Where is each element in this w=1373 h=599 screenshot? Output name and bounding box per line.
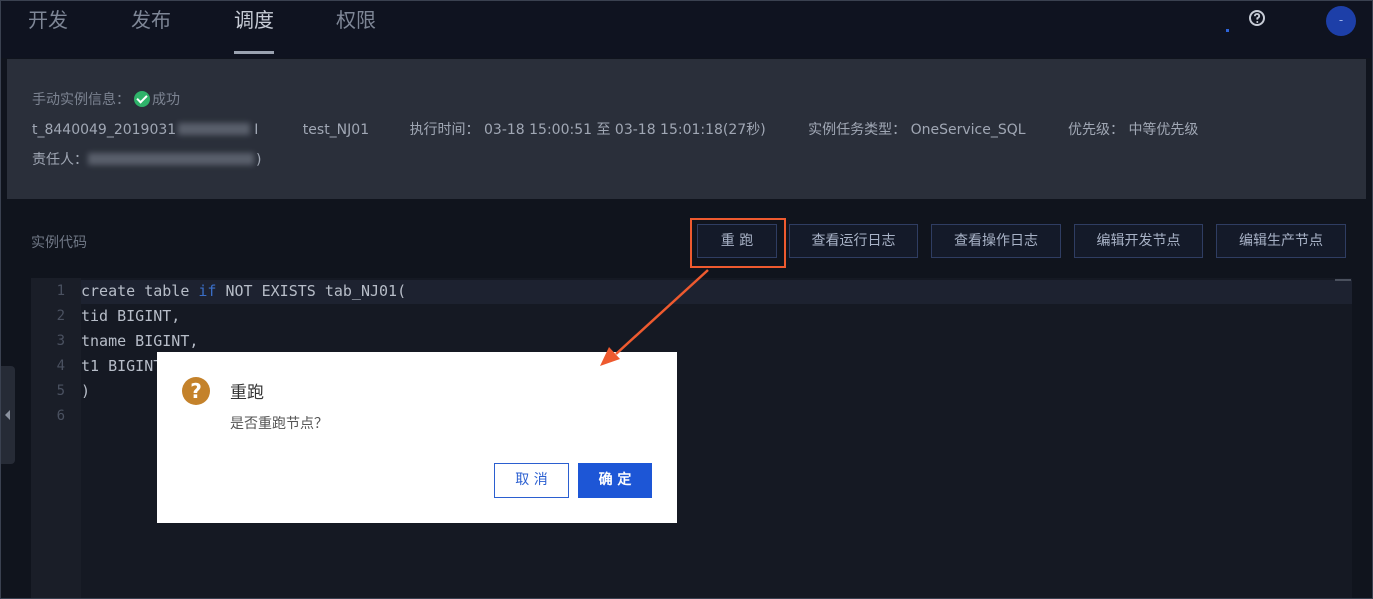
editor-scrollbar[interactable] (1335, 279, 1351, 281)
instance-name: test_NJ01 (302, 122, 370, 138)
code-line: tid BIGINT, (81, 307, 181, 325)
owner-label: 责任人： (32, 152, 88, 168)
tab-develop[interactable]: 开发 (28, 4, 68, 33)
tab-publish[interactable]: 发布 (131, 4, 171, 33)
exec-time: 03-18 15:00:51 至 03-18 15:01:18(27秒) (484, 122, 766, 138)
owner-row: 责任人：) (32, 149, 261, 169)
indicator-dot (1226, 29, 1229, 32)
edit-prod-node-button[interactable]: 编辑生产节点 (1216, 224, 1346, 258)
redacted-id-suffix (178, 123, 251, 135)
instance-detail-row: t_8440049_2019031 I test_NJ01 执行时间： 03-18… (32, 122, 1199, 138)
code-line: ) (81, 382, 91, 400)
exec-time-label: 执行时间： (409, 122, 480, 138)
top-nav: 开发 发布 调度 权限 - (0, 0, 1373, 58)
line-number: 1 (56, 283, 65, 299)
collapse-panel-handle[interactable] (0, 366, 15, 464)
priority-label: 优先级： (1067, 122, 1124, 138)
confirm-button[interactable]: 确 定 (578, 463, 652, 498)
active-tab-indicator (234, 51, 274, 54)
instance-heading-label: 手动实例信息： (32, 92, 130, 108)
line-number: 3 (56, 333, 65, 349)
line-number: 5 (56, 383, 65, 399)
instance-code-label: 实例代码 (31, 235, 87, 251)
view-run-log-button[interactable]: 查看运行日志 (789, 224, 918, 258)
edit-dev-node-button[interactable]: 编辑开发节点 (1074, 224, 1203, 258)
question-icon: ? (182, 377, 210, 405)
owner-suffix: ) (256, 152, 262, 168)
instance-info-panel: 手动实例信息： 成功 t_8440049_2019031 I test_NJ01 执… (7, 59, 1366, 199)
code-line: tname BIGINT, (81, 332, 199, 350)
tab-schedule[interactable]: 调度 (234, 4, 274, 33)
instance-status: 成功 (152, 92, 180, 108)
line-number: 4 (56, 358, 65, 374)
line-gutter: 1 2 3 4 5 6 (31, 278, 81, 599)
line-number: 2 (56, 308, 65, 324)
tab-permission[interactable]: 权限 (336, 4, 376, 33)
dialog-message: 是否重跑节点？ (230, 416, 328, 432)
success-check-icon (134, 91, 150, 107)
rerun-highlight-box (690, 218, 786, 268)
code-line: t1 BIGINT (81, 357, 163, 375)
instance-id: t_8440049_2019031 (32, 122, 177, 138)
line-number: 6 (56, 408, 65, 424)
rerun-confirm-dialog: ? 重跑 是否重跑节点？ 取 消 确 定 (157, 352, 677, 523)
avatar[interactable]: - (1326, 6, 1356, 36)
priority: 中等优先级 (1128, 122, 1199, 138)
keyword: if (198, 282, 217, 300)
task-type-label: 实例任务类型： (808, 122, 907, 138)
redacted-owner (88, 153, 254, 165)
task-type: OneService_SQL (910, 122, 1026, 138)
instance-status-row: 手动实例信息： 成功 (32, 89, 180, 109)
help-icon[interactable] (1248, 9, 1266, 27)
view-op-log-button[interactable]: 查看操作日志 (931, 224, 1061, 258)
dialog-title: 重跑 (230, 383, 264, 403)
code-line: create table if NOT EXISTS tab_NJ01( (81, 282, 407, 300)
cancel-button[interactable]: 取 消 (494, 463, 569, 498)
